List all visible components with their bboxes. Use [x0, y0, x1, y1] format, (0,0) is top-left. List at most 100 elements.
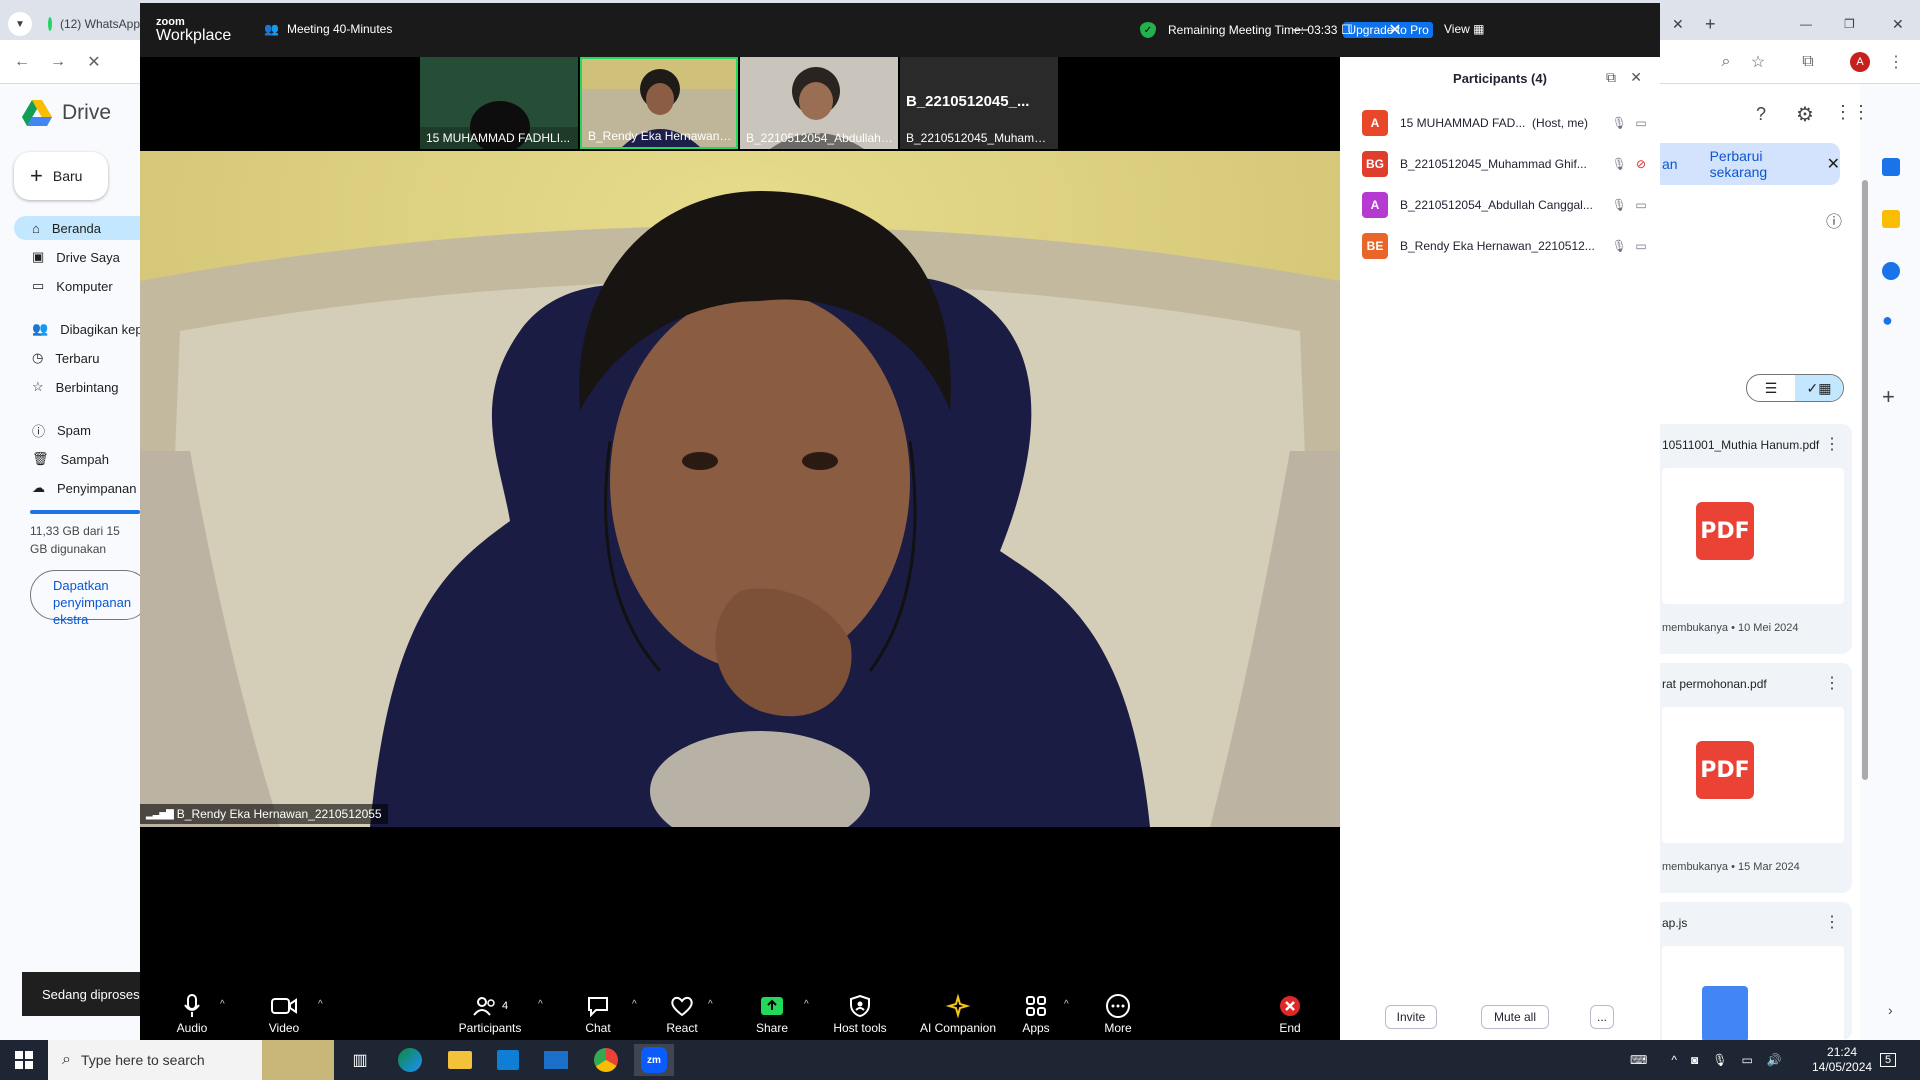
more-options-icon[interactable]: ⋮ — [1824, 912, 1840, 932]
thumbnail-participant[interactable]: B_2210512045_... B_2210512045_Muhamm... — [900, 57, 1058, 149]
clock[interactable]: 21:24 14/05/2024 — [1812, 1040, 1872, 1080]
nav-item-shared[interactable]: 👥Dibagikan kepada saya — [14, 317, 140, 341]
share-button[interactable]: Share — [732, 983, 812, 1040]
participants-button[interactable]: 4 Participants — [450, 983, 530, 1040]
edge-icon[interactable] — [390, 1044, 430, 1076]
share-options-caret[interactable]: ^ — [804, 999, 809, 1010]
scrollbar[interactable] — [1862, 180, 1868, 780]
react-options-caret[interactable]: ^ — [708, 999, 713, 1010]
back-icon[interactable]: ← — [6, 46, 38, 78]
microphone-icon[interactable]: 🎙 — [1608, 116, 1630, 130]
get-storage-button[interactable]: Dapatkan penyimpanan ekstra — [30, 570, 150, 627]
forward-icon[interactable]: → — [42, 46, 74, 78]
volume-icon[interactable]: 🔊 — [1767, 1053, 1782, 1067]
nav-item-drive-saya[interactable]: ▣ Drive Saya — [14, 245, 140, 269]
nav-item-spam[interactable]: ⓘ Spam — [14, 418, 140, 442]
mail-icon[interactable] — [536, 1044, 576, 1076]
host-tools-button[interactable]: Host tools — [820, 983, 900, 1040]
grid-view-icon[interactable]: ✓▦ — [1795, 375, 1843, 401]
network-icon[interactable]: ▭ — [1741, 1053, 1752, 1067]
nav-item-storage[interactable]: ☁ Penyimpanan — [14, 476, 140, 500]
microphone-icon[interactable]: 🎙 — [1712, 1053, 1727, 1067]
contacts-icon[interactable]: ● — [1882, 310, 1900, 330]
new-tab-button[interactable]: + — [1705, 8, 1716, 40]
chrome-icon[interactable] — [586, 1044, 626, 1076]
thumbnail-participant[interactable]: 15 MUHAMMAD FADHLI... — [420, 57, 578, 149]
video-options-caret[interactable]: ^ — [318, 999, 323, 1010]
end-meeting-button[interactable]: End — [1250, 983, 1330, 1040]
nav-item-recent[interactable]: ◷ Terbaru — [14, 346, 140, 370]
mute-all-button[interactable]: Mute all — [1481, 1005, 1549, 1029]
maximize-icon[interactable]: ☐ — [1332, 15, 1362, 45]
video-off-icon[interactable]: ⊘ — [1630, 157, 1652, 171]
add-addon-icon[interactable]: + — [1882, 384, 1895, 410]
taskbar-search-box[interactable]: ⌕ Type here to search — [48, 1040, 334, 1080]
microphone-icon[interactable]: 🎙 — [1608, 157, 1630, 171]
restore-icon[interactable]: ❐ — [1844, 8, 1855, 40]
apps-grid-icon[interactable]: ⋮⋮ — [1834, 102, 1870, 123]
task-view-icon[interactable]: ▥ — [340, 1044, 380, 1076]
video-camera-icon[interactable]: ▭ — [1630, 116, 1652, 130]
video-camera-icon[interactable]: ▭ — [1630, 198, 1652, 212]
invite-button[interactable]: Invite — [1385, 1005, 1437, 1029]
nav-item-trash[interactable]: 🗑 Sampah — [14, 447, 140, 471]
store-icon[interactable] — [488, 1044, 528, 1076]
chevron-up-icon[interactable]: ^ — [1671, 1053, 1677, 1067]
apps-button[interactable]: Apps — [996, 983, 1076, 1040]
tasks-icon[interactable] — [1882, 262, 1900, 280]
close-icon[interactable]: ✕ — [1892, 8, 1904, 40]
drive-logo[interactable]: Drive — [22, 100, 111, 126]
file-card[interactable]: rat permohonan.pdf ⋮ PDF membukanya • 15… — [1660, 663, 1852, 893]
microphone-icon[interactable]: 🎙 — [1608, 239, 1630, 253]
close-icon[interactable]: ✕ — [1630, 69, 1642, 86]
pop-out-icon[interactable]: ⧉ — [1606, 69, 1616, 86]
list-view-icon[interactable]: ☰ — [1747, 375, 1795, 401]
close-icon[interactable]: ✕ — [1827, 154, 1840, 174]
nav-item-starred[interactable]: ☆ Berbintang — [14, 375, 140, 399]
profile-avatar[interactable]: A — [1844, 46, 1876, 78]
settings-gear-icon[interactable]: ⚙ — [1796, 102, 1814, 127]
chevron-right-icon[interactable]: › — [1888, 1002, 1893, 1018]
more-options-icon[interactable]: ⋮ — [1824, 673, 1840, 693]
notifications-icon[interactable]: 5 — [1880, 1040, 1897, 1080]
zoom-taskbar-icon[interactable]: zm — [634, 1044, 674, 1076]
nav-item-beranda[interactable]: ⌂ Beranda — [14, 216, 140, 240]
camera-icon[interactable]: ◙ — [1691, 1053, 1698, 1067]
file-card[interactable]: ap.js ⋮ — [1660, 902, 1852, 1046]
chat-button[interactable]: Chat — [558, 983, 638, 1040]
file-explorer-icon[interactable] — [440, 1044, 480, 1076]
more-options-button[interactable]: ... — [1590, 1005, 1614, 1029]
participant-row[interactable]: A 15 MUHAMMAD FAD... (Host, me) 🎙 ▭ — [1362, 110, 1652, 136]
audio-options-caret[interactable]: ^ — [220, 999, 225, 1010]
new-button[interactable]: + Baru — [14, 152, 108, 200]
participant-row[interactable]: BE B_Rendy Eka Hernawan_2210512... 🎙 ▭ — [1362, 233, 1652, 259]
tab-close-icon[interactable]: ✕ — [1672, 8, 1684, 40]
keyboard-icon[interactable]: ⌨ — [1630, 1053, 1647, 1067]
close-icon[interactable]: ✕ — [1380, 15, 1410, 45]
view-button[interactable]: View ▦ — [1444, 22, 1484, 36]
update-now-link[interactable]: Perbarui sekarang — [1710, 148, 1797, 180]
more-options-icon[interactable]: ⋮ — [1824, 434, 1840, 454]
minimize-icon[interactable]: — — [1800, 8, 1812, 40]
menu-icon[interactable]: ⋮ — [1880, 46, 1912, 78]
participant-row[interactable]: A B_2210512054_Abdullah Canggal... 🎙 ▭ — [1362, 192, 1652, 218]
nav-item-komputer[interactable]: ▭ Komputer — [14, 274, 140, 298]
thumbnail-participant[interactable]: B_2210512054_Abdullah ... — [740, 57, 898, 149]
participants-options-caret[interactable]: ^ — [538, 999, 543, 1010]
microphone-icon[interactable]: 🎙 — [1608, 198, 1630, 212]
stop-icon[interactable]: ✕ — [78, 46, 110, 78]
ai-companion-button[interactable]: AI Companion — [910, 983, 1006, 1040]
keep-icon[interactable] — [1882, 210, 1900, 228]
tab-search-button[interactable]: ▼ — [8, 8, 32, 40]
info-icon[interactable]: ⓘ — [1826, 208, 1842, 232]
minimize-icon[interactable]: — — [1286, 15, 1316, 45]
tab-whatsapp[interactable]: (12) WhatsApp — [48, 8, 140, 40]
thumbnail-participant[interactable]: B_Rendy Eka Hernawan_... — [580, 57, 738, 149]
apps-options-caret[interactable]: ^ — [1064, 999, 1069, 1010]
audio-button[interactable]: Audio — [152, 983, 232, 1040]
extensions-icon[interactable]: ⧉ — [1792, 46, 1824, 78]
calendar-icon[interactable] — [1882, 158, 1900, 176]
zoom-icon[interactable]: ⌕ — [1710, 46, 1742, 78]
more-button[interactable]: More — [1078, 983, 1158, 1040]
participant-row[interactable]: BG B_2210512045_Muhammad Ghif... 🎙 ⊘ — [1362, 151, 1652, 177]
